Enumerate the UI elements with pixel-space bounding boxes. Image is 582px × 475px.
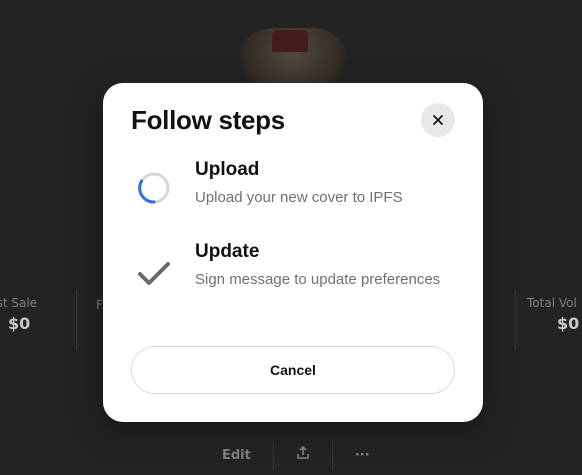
modal-title: Follow steps xyxy=(131,105,285,135)
spinner-icon xyxy=(135,169,173,207)
step-description: Sign message to update preferences xyxy=(195,271,441,288)
checkmark-icon xyxy=(135,255,173,293)
close-button[interactable] xyxy=(421,103,455,137)
cancel-button[interactable]: Cancel xyxy=(131,346,455,394)
step-title: Update xyxy=(195,241,260,262)
step-title: Upload xyxy=(195,159,260,180)
close-icon xyxy=(432,111,444,130)
follow-steps-modal: Follow steps Upload Upload your new cove… xyxy=(103,83,483,422)
step-description: Upload your new cover to IPFS xyxy=(195,189,403,206)
